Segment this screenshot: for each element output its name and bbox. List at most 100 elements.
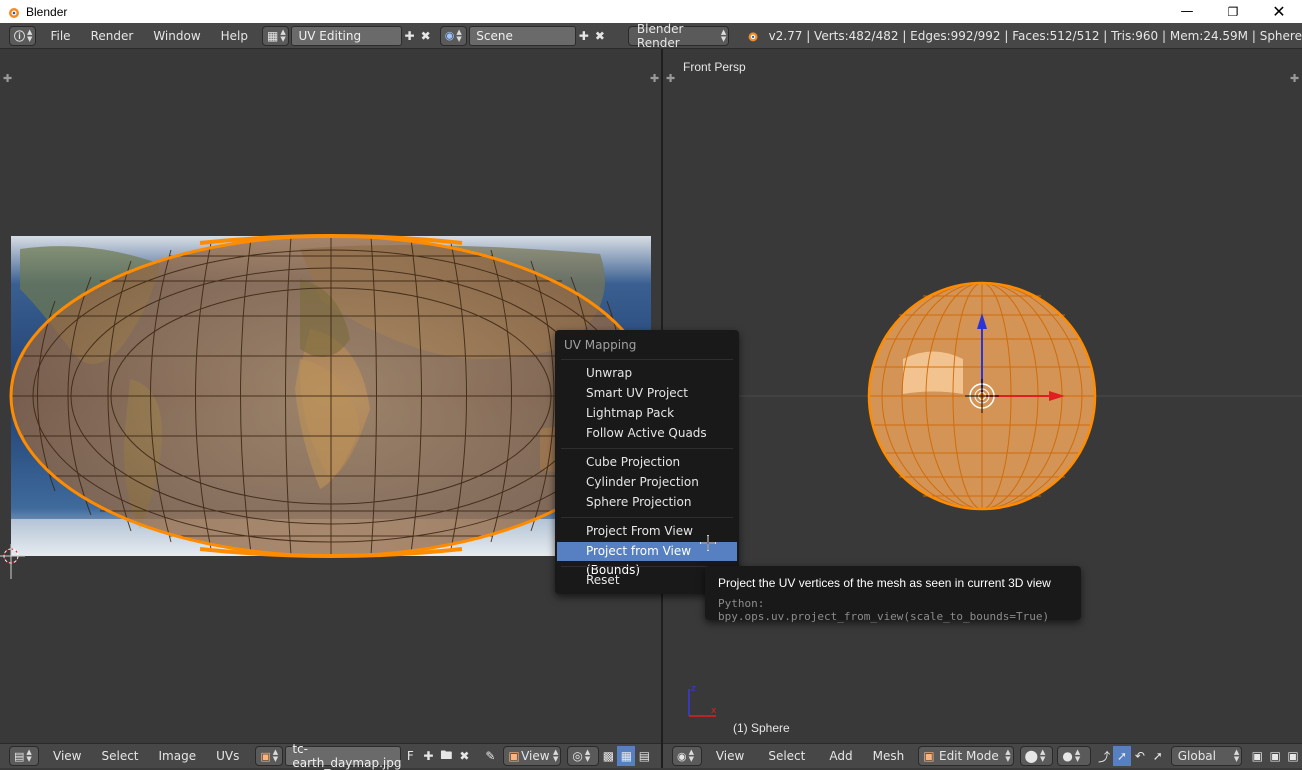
- menu-item-cylinder-projection[interactable]: Cylinder Projection: [557, 473, 737, 492]
- editor-type-button[interactable]: ◉ ▲ ▼: [672, 746, 702, 766]
- pin-icon: ✎: [485, 749, 496, 763]
- updown-icon: ▲ ▼: [1233, 748, 1240, 763]
- menu-item-lightmap-pack[interactable]: Lightmap Pack: [557, 404, 737, 423]
- minimize-icon: —: [1180, 4, 1194, 19]
- close-icon: ✕: [1272, 2, 1286, 21]
- window-title-bar: Blender — ❐ ✕: [0, 0, 1302, 23]
- menu-separator: [561, 359, 733, 360]
- scene-icon: ◉: [444, 29, 455, 42]
- menu-select[interactable]: Select: [760, 743, 813, 769]
- pivot-dropdown[interactable]: ◎ ▲ ▼: [567, 746, 600, 766]
- screen-layout-field[interactable]: UV Editing: [291, 25, 402, 46]
- scale-icon: ➚: [1152, 749, 1163, 763]
- fake-user-button[interactable]: F: [401, 746, 419, 766]
- menu-item-cube-projection[interactable]: Cube Projection: [557, 453, 737, 472]
- manipulator-toggle[interactable]: ⤴: [1095, 746, 1113, 766]
- menu-view[interactable]: View: [45, 743, 89, 769]
- edge-select-mode-button[interactable]: ▣: [1266, 746, 1284, 766]
- scene-stats: v2.77 | Verts:482/482 | Edges:992/992 | …: [768, 28, 1302, 43]
- uv-view-dropdown[interactable]: ▣ View ▲ ▼: [503, 746, 562, 766]
- editor-type-info-button[interactable]: ⓘ ▲ ▼: [9, 25, 37, 46]
- vertex-select-button[interactable]: ▦: [617, 746, 636, 766]
- add-scene-button[interactable]: ✚: [576, 26, 592, 46]
- 3d-view-icon: ◉: [677, 749, 687, 763]
- edge-select-button[interactable]: ▤: [635, 746, 653, 766]
- menu-view[interactable]: View: [708, 743, 752, 769]
- viewport-shading-dropdown[interactable]: ⬤ ▲ ▼: [1019, 746, 1054, 766]
- pivot-point-dropdown[interactable]: ● ▲ ▼: [1057, 746, 1092, 766]
- uv-mapping-menu: UV Mapping Unwrap Smart UV Project Light…: [555, 330, 739, 594]
- image-browse-button[interactable]: ▣ ▲ ▼: [255, 746, 284, 766]
- scene-field[interactable]: Scene: [469, 25, 576, 46]
- tooltip-description: Project the UV vertices of the mesh as s…: [718, 576, 1051, 590]
- updown-icon: ▲ ▼: [720, 27, 727, 43]
- menu-render[interactable]: Render: [83, 23, 142, 49]
- image-name-field[interactable]: tc-earth_daymap.jpg: [285, 742, 401, 770]
- menu-item-unwrap[interactable]: Unwrap: [557, 364, 737, 383]
- mode-dropdown[interactable]: ▣ Edit Mode ▲ ▼: [918, 746, 1014, 766]
- menu-help[interactable]: Help: [213, 23, 256, 49]
- folder-icon: 🖿: [440, 747, 453, 762]
- scale-manipulator-button[interactable]: ➚: [1149, 746, 1167, 766]
- menu-file[interactable]: File: [42, 23, 78, 49]
- new-image-button[interactable]: ✚: [419, 746, 437, 766]
- menu-item-smart-uv-project[interactable]: Smart UV Project: [557, 384, 737, 403]
- arrow-icon: ➚: [1117, 749, 1128, 763]
- x-icon: ✖: [459, 749, 470, 763]
- unlink-image-button[interactable]: ✖: [455, 746, 473, 766]
- scene-selector[interactable]: ◉ ▲ ▼: [439, 25, 468, 46]
- pivot-icon: ◎: [572, 749, 583, 763]
- updown-icon: ▲ ▼: [27, 27, 33, 43]
- info-icon: ⓘ: [14, 29, 25, 43]
- transform-orientation-dropdown[interactable]: Global ▲ ▼: [1170, 746, 1243, 766]
- uv-editor-header: ▤ ▲ ▼ View Select Image UVs ▣ ▲ ▼ tc-earth…: [0, 742, 661, 770]
- updown-icon: ▲ ▼: [280, 27, 286, 43]
- menu-mesh[interactable]: Mesh: [865, 743, 913, 769]
- updown-icon: ▲ ▼: [584, 748, 591, 763]
- 3d-viewport[interactable]: ✚ ✚ Front Persp z x (1) Sphere: [663, 49, 1302, 743]
- window-title: Blender: [26, 4, 68, 19]
- 3d-view-header: ◉ ▲ ▼ View Select Add Mesh ▣ Edit Mode ▲ ▼…: [663, 743, 1302, 768]
- manipulator-icon: ⤴: [1098, 749, 1111, 764]
- sync-icon: ▩: [602, 749, 615, 763]
- close-window-button[interactable]: ✕: [1256, 0, 1302, 23]
- layout-grid-icon: ▦: [267, 28, 279, 43]
- vertex-select-mode-button[interactable]: ▣: [1248, 746, 1266, 766]
- add-screen-button[interactable]: ✚: [402, 26, 418, 46]
- pivot-icon: ●: [1062, 749, 1073, 763]
- vertex-select-icon: ▦: [620, 749, 633, 763]
- menu-add[interactable]: Add: [821, 743, 860, 769]
- restore-button[interactable]: ❐: [1210, 0, 1256, 23]
- menu-item-sphere-projection[interactable]: Sphere Projection: [557, 493, 737, 512]
- rotate-manipulator-button[interactable]: ↶: [1131, 746, 1149, 766]
- orientation-label: Global: [1177, 749, 1216, 763]
- sync-selection-button[interactable]: ▩: [599, 746, 617, 766]
- editor-type-button[interactable]: ▤ ▲ ▼: [9, 746, 39, 766]
- info-header: ⓘ ▲ ▼ File Render Window Help ▦ ▲ ▼ UV Edi…: [0, 22, 1302, 50]
- updown-icon: ▲ ▼: [1040, 748, 1046, 763]
- viewport-canvas[interactable]: z x: [663, 49, 1302, 743]
- remove-screen-button[interactable]: ✖: [418, 26, 434, 46]
- render-engine-dropdown[interactable]: Blender Render ▲ ▼: [627, 22, 730, 50]
- menu-window[interactable]: Window: [145, 23, 208, 49]
- blender-logo-icon: [748, 31, 758, 41]
- svg-text:x: x: [711, 706, 717, 716]
- menu-uvs[interactable]: UVs: [208, 743, 247, 769]
- remove-scene-button[interactable]: ✖: [592, 26, 608, 46]
- menu-image[interactable]: Image: [151, 743, 205, 769]
- crosshair-cursor-icon: [700, 535, 716, 551]
- menu-item-follow-active-quads[interactable]: Follow Active Quads: [557, 424, 737, 443]
- menu-separator: [561, 448, 733, 449]
- svg-text:z: z: [691, 684, 696, 694]
- pin-button[interactable]: ✎: [481, 746, 499, 766]
- menu-select[interactable]: Select: [93, 743, 146, 769]
- edge-select-icon: ▤: [638, 749, 651, 763]
- translate-manipulator-button[interactable]: ➚: [1113, 746, 1131, 766]
- screen-layout-selector[interactable]: ▦ ▲ ▼: [262, 25, 290, 46]
- tooltip-python: Python: bpy.ops.uv.project_from_view(sca…: [718, 597, 1050, 623]
- open-image-button[interactable]: 🖿: [437, 746, 455, 766]
- minimize-button[interactable]: —: [1164, 0, 1210, 23]
- updown-icon: ▲ ▼: [552, 748, 559, 763]
- updown-icon: ▲ ▼: [26, 748, 32, 763]
- face-select-mode-button[interactable]: ▣: [1284, 746, 1302, 766]
